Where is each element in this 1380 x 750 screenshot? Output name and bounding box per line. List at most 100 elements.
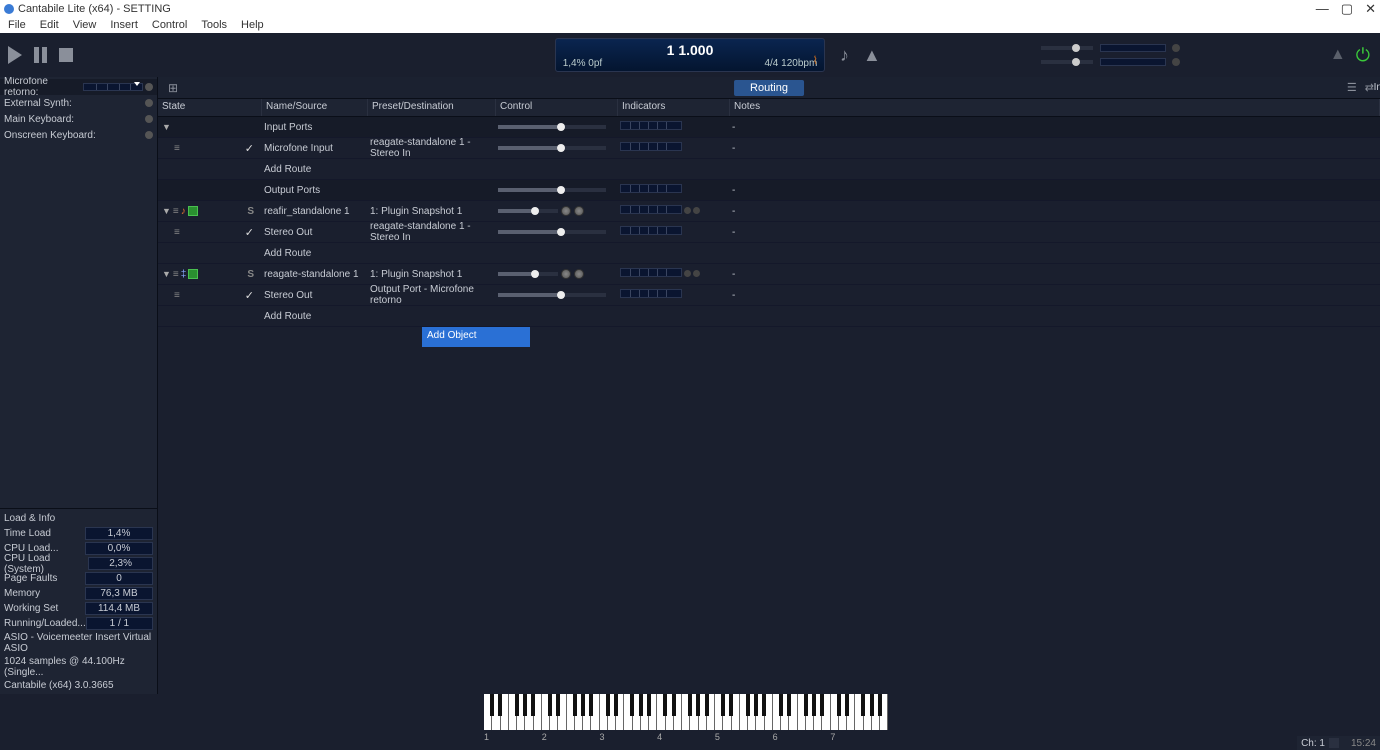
shuffle-icon[interactable]: ⇄	[1365, 81, 1374, 94]
black-key[interactable]	[779, 694, 783, 716]
gain-slider[interactable]	[498, 230, 606, 234]
preset-cell[interactable]: 1: Plugin Snapshot 1	[368, 206, 496, 217]
warning-icon[interactable]: ▲	[1330, 46, 1346, 64]
menu-tools[interactable]: Tools	[201, 19, 227, 31]
black-key[interactable]	[878, 694, 882, 716]
col-notes[interactable]: Notes	[730, 99, 1380, 116]
notes-cell[interactable]: -	[730, 143, 1380, 154]
handle-icon[interactable]: ≡	[173, 206, 179, 217]
black-key[interactable]	[589, 694, 593, 716]
bypass-icon[interactable]: ‡	[181, 269, 187, 280]
minimize-button[interactable]: —	[1316, 2, 1329, 15]
handle-icon[interactable]: ≡	[174, 227, 180, 238]
metronome-icon[interactable]: ▲	[863, 45, 881, 66]
black-key[interactable]	[556, 694, 560, 716]
solo-button[interactable]: S	[247, 269, 254, 280]
black-key[interactable]	[787, 694, 791, 716]
black-key[interactable]	[672, 694, 676, 716]
channel-label[interactable]: Ch: 1	[1301, 738, 1325, 749]
black-key[interactable]	[754, 694, 758, 716]
expand-icon[interactable]: ▼	[162, 122, 171, 132]
black-key[interactable]	[721, 694, 725, 716]
black-key[interactable]	[705, 694, 709, 716]
active-indicator[interactable]	[188, 269, 198, 279]
name-cell[interactable]: Add Route	[262, 164, 368, 175]
black-key[interactable]	[647, 694, 651, 716]
table-row[interactable]: ▼≡♪Sreafir_standalone 11: Plugin Snapsho…	[158, 201, 1380, 222]
notes-cell[interactable]: -	[730, 206, 1380, 217]
col-state[interactable]: State	[158, 99, 262, 116]
black-key[interactable]	[870, 694, 874, 716]
name-cell[interactable]: Stereo Out	[262, 227, 368, 238]
black-key[interactable]	[663, 694, 667, 716]
gain-slider[interactable]	[498, 146, 606, 150]
transport-display[interactable]: 1 1.000 1,4% 0pf 4/4 120bpm ⌇	[555, 38, 825, 72]
expand-icon[interactable]: ▼	[162, 269, 171, 279]
handle-icon[interactable]: ≡	[174, 290, 180, 301]
black-key[interactable]	[515, 694, 519, 716]
expand-icon[interactable]: ▼	[162, 206, 171, 216]
black-key[interactable]	[490, 694, 494, 716]
play-button[interactable]	[8, 46, 22, 64]
menu-help[interactable]: Help	[241, 19, 264, 31]
sidebar-port[interactable]: Main Keyboard:	[0, 111, 157, 127]
menu-control[interactable]: Control	[152, 19, 187, 31]
table-row[interactable]: ▼ Input Ports -	[158, 117, 1380, 138]
name-cell[interactable]: reagate-standalone 1	[262, 269, 368, 280]
preset-cell[interactable]: reagate-standalone 1 - Stereo In	[368, 221, 496, 243]
name-cell[interactable]: reafir_standalone 1	[262, 206, 368, 217]
black-key[interactable]	[548, 694, 552, 716]
add-object-button[interactable]: Add Object	[422, 327, 530, 347]
col-name[interactable]: Name/Source	[262, 99, 368, 116]
close-button[interactable]: ✕	[1365, 2, 1376, 15]
black-key[interactable]	[746, 694, 750, 716]
pan-knob[interactable]	[561, 269, 571, 279]
gain-slider[interactable]	[498, 209, 558, 213]
menu-edit[interactable]: Edit	[40, 19, 59, 31]
active-indicator[interactable]	[188, 206, 198, 216]
black-key[interactable]	[837, 694, 841, 716]
notes-cell[interactable]: -	[730, 185, 1380, 196]
gain-slider[interactable]	[498, 125, 606, 129]
rss-icon[interactable]: ⌇	[813, 54, 818, 67]
tab-routing[interactable]: Routing	[734, 80, 804, 96]
black-key[interactable]	[630, 694, 634, 716]
handle-icon[interactable]: ≡	[173, 269, 179, 280]
black-key[interactable]	[845, 694, 849, 716]
gain-slider[interactable]	[498, 272, 558, 276]
menu-view[interactable]: View	[73, 19, 97, 31]
pause-button[interactable]	[34, 47, 47, 63]
solo-button[interactable]: S	[247, 206, 254, 217]
gain-slider[interactable]	[498, 188, 606, 192]
stop-button[interactable]	[59, 48, 73, 62]
col-indicators[interactable]: Indicators	[618, 99, 730, 116]
check-icon[interactable]: ✓	[245, 142, 254, 155]
table-row[interactable]: Output Ports -	[158, 180, 1380, 201]
black-key[interactable]	[573, 694, 577, 716]
notes-cell[interactable]: -	[730, 269, 1380, 280]
notes-cell[interactable]: -	[730, 290, 1380, 301]
name-cell[interactable]: Stereo Out	[262, 290, 368, 301]
table-row[interactable]: Add Route	[158, 159, 1380, 180]
name-cell[interactable]: Input Ports	[262, 122, 368, 133]
black-key[interactable]	[696, 694, 700, 716]
sidebar-port[interactable]: Onscreen Keyboard:	[0, 127, 157, 143]
check-icon[interactable]: ✓	[245, 226, 254, 239]
list-view-icon[interactable]: ☰	[1347, 81, 1357, 94]
black-key[interactable]	[861, 694, 865, 716]
black-key[interactable]	[820, 694, 824, 716]
master-slider-1[interactable]	[1040, 45, 1094, 51]
name-cell[interactable]: Microfone Input	[262, 143, 368, 154]
pan-knob[interactable]	[561, 206, 571, 216]
black-key[interactable]	[498, 694, 502, 716]
menu-insert[interactable]: Insert	[110, 19, 138, 31]
power-icon[interactable]: ⏻	[1356, 45, 1370, 66]
name-cell[interactable]: Output Ports	[262, 185, 368, 196]
name-cell[interactable]: Add Route	[262, 248, 368, 259]
black-key[interactable]	[523, 694, 527, 716]
sidebar-port[interactable]: Microfone retorno:	[0, 79, 157, 95]
preset-cell[interactable]: 1: Plugin Snapshot 1	[368, 269, 496, 280]
handle-icon[interactable]: ≡	[174, 143, 180, 154]
send-knob[interactable]	[574, 206, 584, 216]
notes-cell[interactable]: -	[730, 122, 1380, 133]
